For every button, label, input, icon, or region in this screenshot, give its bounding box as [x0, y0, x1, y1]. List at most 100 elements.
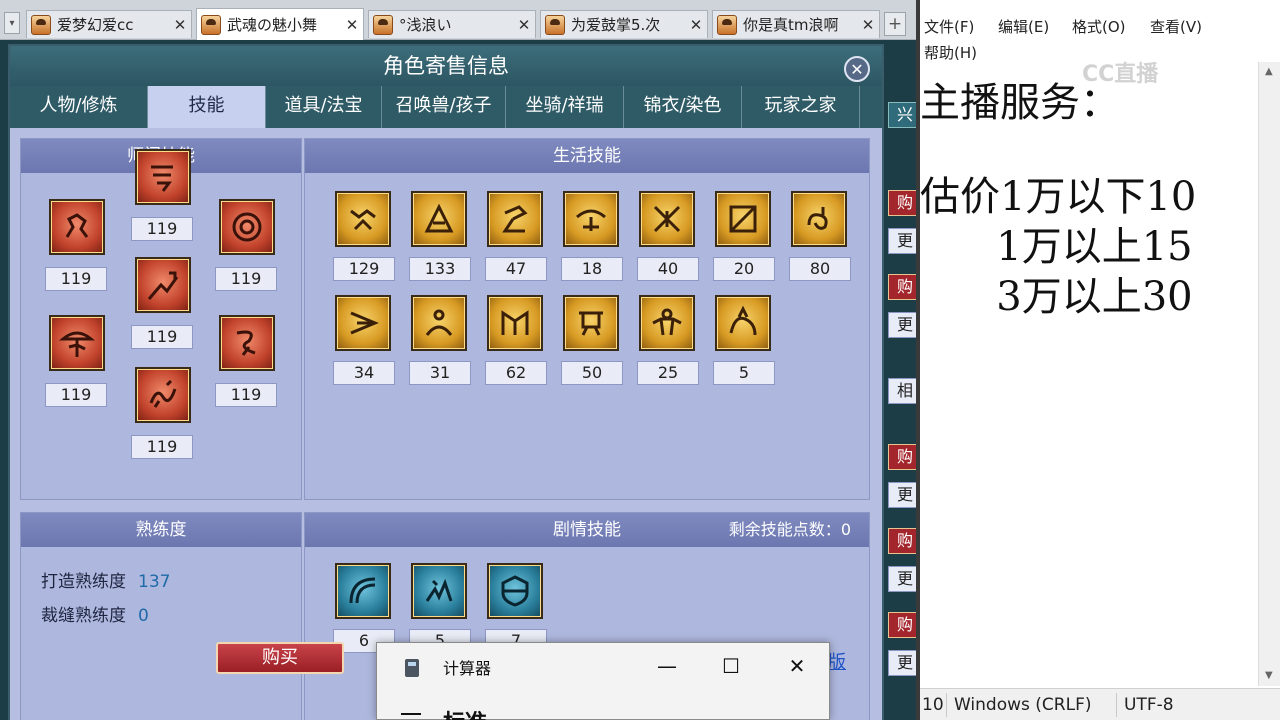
skill-level: 119	[45, 383, 107, 407]
sect-skill-dragon-icon[interactable]	[219, 315, 275, 371]
browser-tab-3[interactable]: °浅浪い ✕	[368, 10, 536, 38]
life-skill-hammer-icon[interactable]	[487, 191, 543, 247]
calculator-window[interactable]: 计算器 — ☐ ✕ 标准	[376, 642, 830, 720]
skill-level: 80	[789, 257, 851, 281]
tab-close-icon[interactable]: ✕	[169, 16, 191, 34]
tab-character[interactable]: 人物/修炼	[10, 86, 148, 128]
skill-level: 119	[131, 325, 193, 349]
status-position: 10	[922, 695, 944, 715]
menu-help[interactable]: 帮助(H)	[924, 42, 977, 63]
calculator-mode: 标准	[443, 705, 487, 720]
tab-title: °浅浪い	[399, 16, 452, 34]
life-skill-cross-icon[interactable]	[639, 191, 695, 247]
menu-edit[interactable]: 编辑(E)	[998, 16, 1049, 37]
life-skill-gate-icon[interactable]	[487, 295, 543, 351]
life-skill-bird-icon[interactable]	[563, 191, 619, 247]
sect-skill-mushroom-icon[interactable]	[49, 315, 105, 371]
sect-skill-whirl-icon[interactable]	[135, 149, 191, 205]
tab-items[interactable]: 道具/法宝	[266, 86, 382, 128]
proficiency-label: 裁缝熟练度	[41, 606, 126, 626]
avatar-icon	[201, 14, 221, 35]
tab-close-icon[interactable]: ✕	[685, 16, 707, 34]
browser-tab-1[interactable]: 爱梦幻爱cc ✕	[26, 10, 192, 38]
sect-skill-flower-icon[interactable]	[135, 257, 191, 313]
tab-close-icon[interactable]: ✕	[341, 16, 363, 34]
tab-mounts[interactable]: 坐骑/祥瑞	[506, 86, 624, 128]
tab-title: 爱梦幻爱cc	[57, 16, 134, 34]
skill-level: 133	[409, 257, 471, 281]
role-sale-panel: 角色寄售信息 ✕ 人物/修炼 技能 道具/法宝 召唤兽/孩子 坐骑/祥瑞 锦衣/…	[8, 44, 884, 720]
skill-level: 40	[637, 257, 699, 281]
notepad-scrollbar[interactable]: ▲ ▼	[1258, 62, 1280, 686]
life-skill-muscle-icon[interactable]	[639, 295, 695, 351]
tab-close-icon[interactable]: ✕	[857, 16, 879, 34]
life-skill-craft-icon[interactable]	[411, 191, 467, 247]
proficiency-title: 熟练度	[21, 513, 301, 547]
avatar-icon	[373, 14, 393, 35]
browser-tab-4[interactable]: 为爱鼓掌5.次 ✕	[540, 10, 708, 38]
life-skill-scroll-icon[interactable]	[791, 191, 847, 247]
menu-format[interactable]: 格式(O)	[1072, 16, 1126, 37]
sect-skill-scorpion-icon[interactable]	[49, 199, 105, 255]
browser-tab-5[interactable]: 你是真tm浪啊 ✕	[712, 10, 880, 38]
new-tab-button[interactable]: +	[884, 12, 906, 36]
tab-home[interactable]: 玩家之家	[742, 86, 860, 128]
life-skill-arrow-icon[interactable]	[335, 295, 391, 351]
life-skills-title: 生活技能	[305, 139, 869, 173]
tab-skills[interactable]: 技能	[148, 86, 266, 128]
life-skill-forge-icon[interactable]	[563, 295, 619, 351]
menu-file[interactable]: 文件(F)	[924, 16, 974, 37]
tab-pets[interactable]: 召唤兽/孩子	[382, 86, 506, 128]
sect-skill-swirl-icon[interactable]	[135, 367, 191, 423]
close-icon[interactable]: ✕	[844, 56, 870, 82]
skill-level: 25	[637, 361, 699, 385]
panel-tabs: 人物/修炼 技能 道具/法宝 召唤兽/孩子 坐骑/祥瑞 锦衣/染色 玩家之家	[10, 86, 882, 128]
skill-level: 119	[215, 383, 277, 407]
life-skill-beast-icon[interactable]	[715, 295, 771, 351]
buy-button[interactable]: 购买	[216, 642, 344, 674]
skill-level: 62	[485, 361, 547, 385]
close-button[interactable]: ✕	[777, 651, 817, 681]
skill-level: 34	[333, 361, 395, 385]
life-skill-meditate-icon[interactable]	[411, 295, 467, 351]
skill-level: 119	[45, 267, 107, 291]
scroll-up-icon[interactable]: ▲	[1265, 66, 1273, 77]
minimize-button[interactable]: —	[647, 651, 687, 681]
avatar-icon	[31, 14, 51, 35]
story-skills-header: 剧情技能 剩余技能点数：0	[305, 513, 869, 547]
story-skill-path-icon[interactable]	[335, 563, 391, 619]
menu-view[interactable]: 查看(V)	[1150, 16, 1202, 37]
skill-level: 119	[131, 435, 193, 459]
status-separator	[1116, 693, 1117, 717]
tab-close-icon[interactable]: ✕	[513, 16, 535, 34]
sect-skill-wheel-icon[interactable]	[219, 199, 275, 255]
notepad-window: 文件(F) 编辑(E) 格式(O) 查看(V) 帮助(H) 主播服务： 估价1万…	[920, 0, 1280, 720]
skill-level: 129	[333, 257, 395, 281]
life-skill-frame-icon[interactable]	[715, 191, 771, 247]
skill-level: 47	[485, 257, 547, 281]
hamburger-menu-icon[interactable]	[401, 713, 421, 715]
avatar-icon	[717, 14, 737, 35]
remaining-points-label: 剩余技能点数：	[728, 520, 841, 539]
maximize-button[interactable]: ☐	[711, 651, 751, 681]
story-skill-shield-icon[interactable]	[487, 563, 543, 619]
sect-skills-box: 师门技能 119 119 119 119 119 119 119	[20, 138, 302, 500]
skill-level: 50	[561, 361, 623, 385]
tab-outfits[interactable]: 锦衣/染色	[624, 86, 742, 128]
life-skill-strength-icon[interactable]	[335, 191, 391, 247]
notepad-status-bar: 10 Windows (CRLF) UTF-8	[920, 688, 1280, 720]
proficiency-value: 0	[138, 606, 149, 626]
proficiency-row-forge: 打造熟练度 137	[41, 567, 170, 592]
browser-tab-2[interactable]: 武魂の魅小舞 ✕	[196, 8, 364, 40]
avatar-icon	[545, 14, 565, 35]
tab-list-dropdown[interactable]: ▾	[4, 12, 20, 34]
scroll-down-icon[interactable]: ▼	[1265, 670, 1273, 681]
remaining-points-value: 0	[840, 520, 851, 539]
calculator-icon	[405, 659, 419, 677]
tab-title: 为爱鼓掌5.次	[571, 16, 661, 34]
story-skill-splash-icon[interactable]	[411, 563, 467, 619]
edge-link[interactable]: 版	[828, 648, 846, 674]
panel-body: 师门技能 119 119 119 119 119 119 119 生活技能	[10, 128, 882, 720]
stream-watermark: CC直播	[1082, 62, 1159, 87]
tab-title: 你是真tm浪啊	[743, 16, 839, 34]
